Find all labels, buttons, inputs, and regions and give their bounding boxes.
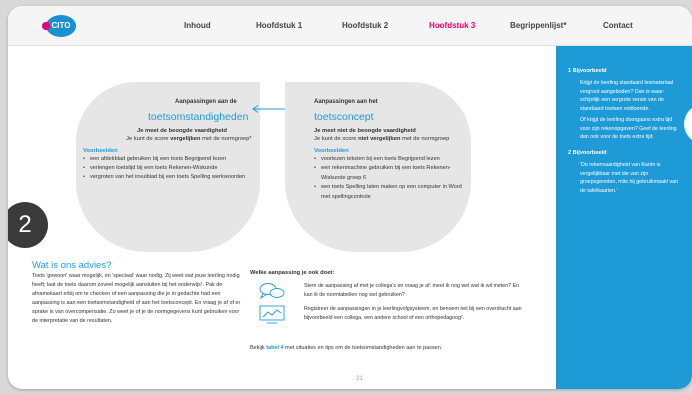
footnote-sidebar: 1 Bijvoorbeeld Krijgt de leerling standa… (556, 46, 692, 389)
advice-title: Wat is ons advies? (32, 260, 112, 271)
nav-item-contact[interactable]: Contact (603, 21, 633, 30)
right-card-heading: toetsconcept (314, 111, 374, 123)
what-to-do-item: Registreer de aanpassingen in je leerlin… (304, 306, 522, 321)
nav-item-inhoud[interactable]: Inhoud (184, 21, 211, 30)
right-example-item: een toets Spelling laten maken op een co… (314, 183, 466, 202)
footnote-1-title: 1 Bijvoorbeeld (568, 68, 607, 74)
top-navigation: CITO Inhoud Hoofdstuk 1 Hoofdstuk 2 Hoof… (8, 6, 692, 46)
nav-item-hoofdstuk-2[interactable]: Hoofdstuk 2 (342, 21, 388, 30)
nav-item-hoofdstuk-1[interactable]: Hoofdstuk 1 (256, 21, 302, 30)
left-example-item: vergroten van het invulblad bij een toet… (83, 173, 250, 183)
what-to-do-title: Welke aanpassing je ook doet: (250, 270, 335, 276)
footnote-1-para: Krijgt de leerling standaard lesmateriaa… (580, 80, 674, 112)
section-number-badge: 2 (8, 202, 48, 248)
page: CITO Inhoud Hoofdstuk 1 Hoofdstuk 2 Hoof… (8, 6, 692, 389)
footnote-1-para: Of krijgt de leerling doorgaans extra ti… (580, 117, 677, 141)
right-examples-title: Voorbeelden (314, 148, 349, 154)
what-to-do-item: Stem de aanpassing af met je collega's e… (304, 283, 520, 298)
cito-logo[interactable]: CITO (42, 15, 76, 37)
advice-text: Toets 'gewoon' waar mogelijk, en 'specia… (32, 273, 241, 324)
right-card-compare: Je kunt de score niet vergelijken met de… (314, 136, 450, 142)
bekijk-tabel-note: Bekijk tabel 4 met situaties en tips om … (250, 345, 443, 351)
nav-item-begrippenlijst[interactable]: Begrippenlijst* (510, 21, 566, 30)
right-card-measure: Je meet niet de beoogde vaardigheid (314, 128, 416, 134)
right-card-title: Aanpassingen aan het (314, 99, 378, 105)
nav-item-hoofdstuk-3[interactable]: Hoofdstuk 3 (429, 21, 475, 30)
left-card-measure: Je meet de beoogde vaardigheid (137, 128, 227, 134)
tabel-4-link[interactable]: tabel 4 (266, 345, 283, 351)
left-examples-title: Voorbeelden (83, 148, 118, 154)
page-number: 21 (356, 376, 363, 382)
left-card-heading: toetsomstandigheden (148, 111, 249, 123)
right-example-item: een rekenmachine gebruiken bij een toets… (314, 164, 466, 183)
left-card-title: Aanpassingen aan de (175, 99, 237, 105)
computer-screen-icon (259, 305, 285, 324)
footnote-2-para: 'De rekenvaardigheid van Karim is vergel… (580, 162, 679, 194)
footnote-2-title: 2 Bijvoorbeeld (568, 150, 607, 156)
chat-bubbles-icon (259, 283, 285, 300)
left-card-compare: Je kunt de score vergelijken met de norm… (126, 136, 252, 142)
